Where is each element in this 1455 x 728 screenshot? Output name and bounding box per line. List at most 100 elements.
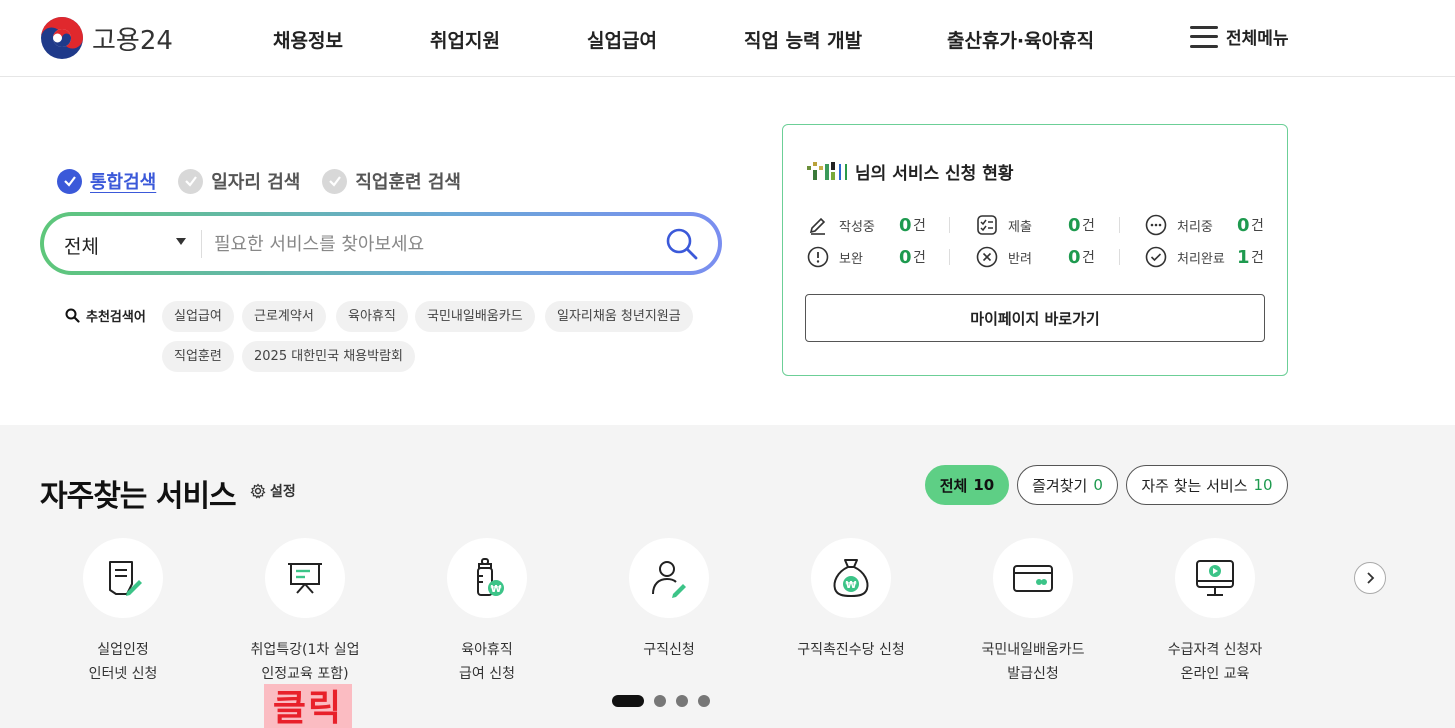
- logo[interactable]: 고용24: [40, 16, 173, 60]
- divider: [1119, 217, 1120, 233]
- logo-text: 고용24: [92, 25, 173, 56]
- recommended-keywords-label: 추천검색어: [65, 306, 146, 325]
- search-box: 전체: [40, 212, 722, 275]
- pagination-dot[interactable]: [612, 695, 644, 707]
- search-tabs: 통합검색 일자리 검색 직업훈련 검색: [57, 168, 461, 194]
- status-item-completed[interactable]: 처리완료 1 건: [1145, 246, 1264, 268]
- service-job-promotion-allowance[interactable]: ₩ 구직촉진수당 신청: [761, 538, 941, 662]
- header: 고용24 채용정보 취업지원 실업급여 직업 능력 개발 출산휴가·육아휴직 전…: [0, 0, 1455, 77]
- divider: [201, 230, 202, 258]
- search-inner: 전체: [44, 216, 718, 271]
- service-icon-circle: [83, 538, 163, 618]
- nav-employment-support[interactable]: 취업지원: [430, 26, 500, 53]
- pagination-dot[interactable]: [676, 695, 688, 707]
- status-item-writing[interactable]: 작성중 0 건: [807, 214, 926, 236]
- settings-label: 설정: [270, 484, 296, 500]
- section-title: 자주찾는 서비스: [40, 479, 237, 514]
- pagination-dot[interactable]: [654, 695, 666, 707]
- service-label: 실업인정 인터넷 신청: [33, 638, 213, 686]
- settings-button[interactable]: 설정: [250, 481, 296, 501]
- service-parental-leave-benefit[interactable]: ₩ 육아휴직 급여 신청: [397, 538, 577, 686]
- service-icon-circle: [993, 538, 1073, 618]
- tab-integrated-search[interactable]: 통합검색: [57, 168, 156, 194]
- filter-frequent[interactable]: 자주 찾는 서비스 10: [1126, 465, 1288, 505]
- divider: [949, 217, 950, 233]
- filter-all[interactable]: 전체 10: [925, 465, 1009, 505]
- service-label: 구직신청: [579, 638, 759, 662]
- search-icon: [65, 308, 80, 323]
- nav-vocational-training[interactable]: 직업 능력 개발: [744, 26, 862, 53]
- service-icon-circle: [629, 538, 709, 618]
- card-icon: [1013, 565, 1053, 592]
- tab-label: 직업훈련 검색: [355, 172, 461, 193]
- keyword-chip[interactable]: 실업급여: [162, 301, 234, 332]
- ellipsis-circle-icon: [1145, 214, 1167, 236]
- service-icon-circle: ₩: [811, 538, 891, 618]
- carousel-pagination: [612, 695, 710, 707]
- search-icon[interactable]: [664, 226, 700, 262]
- service-label-line: 구직촉진수당 신청: [797, 642, 905, 658]
- keyword-chip[interactable]: 일자리채움 청년지원금: [545, 301, 693, 332]
- service-label-line: 육아휴직: [461, 642, 513, 658]
- search-category-select[interactable]: 전체: [64, 232, 99, 259]
- status-item-rejected[interactable]: 반려 0 건: [976, 246, 1095, 268]
- pagination-dot[interactable]: [698, 695, 710, 707]
- status-item-processing[interactable]: 처리중 0 건: [1145, 214, 1264, 236]
- service-label-line: 수급자격 신청자: [1167, 642, 1263, 658]
- status-item-supplement[interactable]: 보완 0 건: [807, 246, 926, 268]
- filter-count: 10: [973, 476, 995, 494]
- mypage-button[interactable]: 마이페이지 바로가기: [805, 294, 1265, 342]
- filter-count: 0: [1093, 476, 1103, 494]
- keyword-chip[interactable]: 근로계약서: [242, 301, 326, 332]
- svg-text:₩: ₩: [845, 580, 856, 591]
- keyword-chip[interactable]: 국민내일배움카드: [415, 301, 535, 332]
- search-input[interactable]: [214, 228, 654, 260]
- all-menu-button[interactable]: 전체메뉴: [1190, 24, 1289, 49]
- pencil-icon: [809, 217, 826, 235]
- service-online-education[interactable]: 수급자격 신청자 온라인 교육: [1125, 538, 1305, 686]
- chevron-right-icon: [1367, 572, 1375, 584]
- service-label: 수급자격 신청자 온라인 교육: [1125, 638, 1305, 686]
- service-employment-lecture[interactable]: 취업특강(1차 실업 인정교육 포함): [215, 538, 395, 686]
- service-label-line: 온라인 교육: [1180, 666, 1250, 682]
- check-icon: [322, 168, 348, 194]
- tab-job-search[interactable]: 일자리 검색: [178, 168, 300, 194]
- service-label-line: 인정교육 포함): [261, 666, 349, 682]
- carousel-next-button[interactable]: [1354, 562, 1386, 594]
- service-label-line: 취업특강(1차 실업: [250, 642, 360, 658]
- service-learning-card[interactable]: 국민내일배움카드 발급신청: [943, 538, 1123, 686]
- document-pen-icon: [109, 561, 142, 596]
- keyword-chip[interactable]: 직업훈련: [162, 341, 234, 372]
- presentation-board-icon: [288, 563, 322, 594]
- tab-training-search[interactable]: 직업훈련 검색: [322, 168, 461, 194]
- caret-down-icon[interactable]: [176, 238, 186, 245]
- gear-icon: [250, 483, 266, 499]
- baby-bottle-icon: ₩: [477, 558, 504, 596]
- service-icon-circle: [1175, 538, 1255, 618]
- check-icon: [178, 168, 204, 194]
- hamburger-icon: [1190, 25, 1218, 48]
- money-bag-icon: ₩: [833, 559, 869, 598]
- service-label-line: 구직신청: [643, 642, 695, 658]
- nav-unemployment-benefit[interactable]: 실업급여: [587, 26, 657, 53]
- service-label: 육아휴직 급여 신청: [397, 638, 577, 686]
- service-label-line: 발급신청: [1007, 666, 1059, 682]
- svg-text:₩: ₩: [490, 584, 501, 595]
- service-label: 취업특강(1차 실업 인정교육 포함): [215, 638, 395, 686]
- status-title: 님의 서비스 신청 현황: [807, 159, 1014, 184]
- nav-parental-leave[interactable]: 출산휴가·육아휴직: [947, 26, 1094, 53]
- keyword-chip[interactable]: 육아휴직: [336, 301, 408, 332]
- service-unemployment-recognition[interactable]: 실업인정 인터넷 신청: [33, 538, 213, 686]
- exclamation-circle-icon: [807, 246, 829, 268]
- filter-label: 자주 찾는 서비스: [1141, 476, 1248, 495]
- service-label-line: 급여 신청: [459, 666, 515, 682]
- service-label-line: 인터넷 신청: [88, 666, 158, 682]
- status-item-submitted[interactable]: 제출 0 건: [976, 214, 1095, 236]
- filter-favorites[interactable]: 즐겨찾기 0: [1017, 465, 1118, 505]
- service-job-application[interactable]: 구직신청: [579, 538, 759, 662]
- tab-label: 일자리 검색: [211, 172, 301, 193]
- nav-job-info[interactable]: 채용정보: [273, 26, 343, 53]
- filter-label: 즐겨찾기: [1032, 476, 1088, 495]
- tab-label: 통합검색: [90, 172, 157, 193]
- keyword-chip[interactable]: 2025 대한민국 채용박람회: [242, 341, 415, 372]
